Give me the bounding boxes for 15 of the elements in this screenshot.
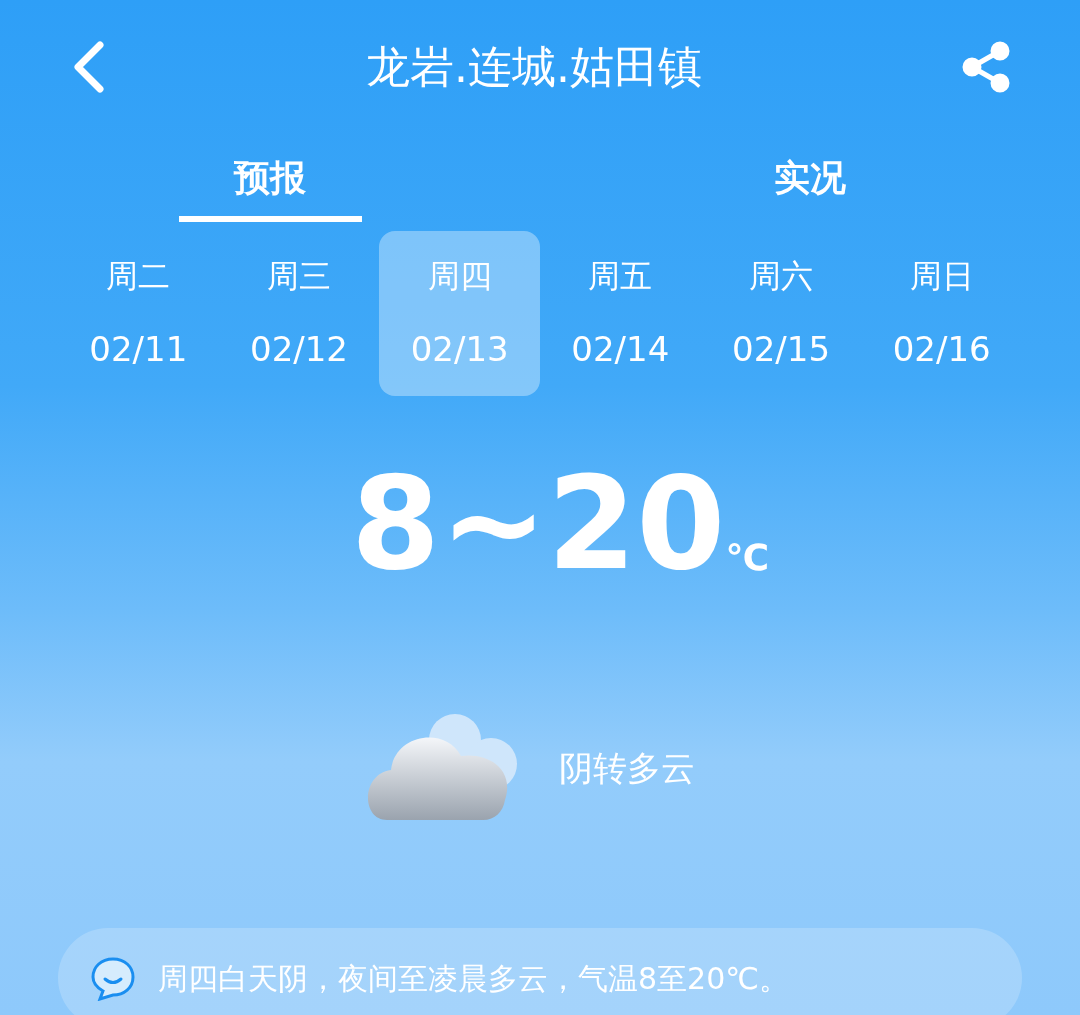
page-title: 龙岩.连城.姑田镇 bbox=[366, 45, 702, 89]
weather-summary: 周四白天阴，夜间至凌晨多云，气温8至20℃。 bbox=[158, 959, 789, 998]
tab[interactable]: 实况 bbox=[718, 140, 902, 222]
chat-bubble-icon bbox=[90, 955, 136, 1001]
day-tab[interactable]: 周六 02/15 bbox=[700, 230, 862, 396]
day-tab[interactable]: 周四 02/13 bbox=[379, 230, 540, 396]
tab[interactable]: 预报 bbox=[178, 140, 362, 222]
day-tab[interactable]: 周五 02/14 bbox=[540, 230, 701, 396]
day-tab[interactable]: 周日 02/16 bbox=[861, 230, 1023, 396]
day-tab[interactable]: 周二 02/11 bbox=[58, 230, 219, 396]
day-tab[interactable]: 周三 02/12 bbox=[218, 230, 380, 396]
temperature-range: 8~20 bbox=[351, 460, 726, 588]
share-icon[interactable] bbox=[960, 41, 1012, 93]
weather-condition: 阴转多云 bbox=[559, 746, 695, 790]
temperature-unit: ℃ bbox=[725, 540, 769, 576]
